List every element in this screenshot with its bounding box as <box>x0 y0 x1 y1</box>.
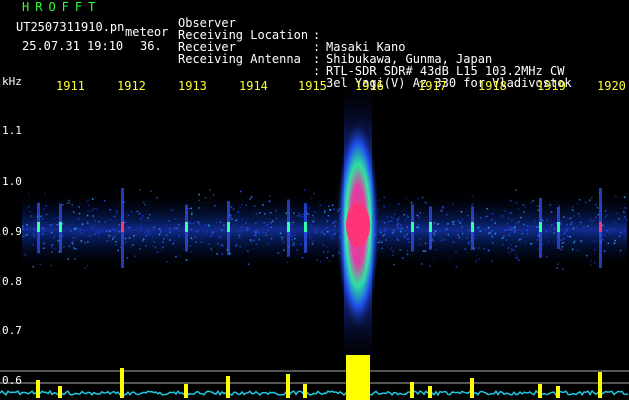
y-tick-label: 0.7 <box>2 324 22 337</box>
meteor-label: meteor <box>125 25 169 39</box>
y-tick-label: 1.1 <box>2 124 22 137</box>
x-tick-label: 1920 <box>597 79 626 93</box>
app-title: HROFFT <box>22 0 102 14</box>
main-meteor-echo <box>336 80 380 370</box>
y-tick-label: 0.8 <box>2 275 22 288</box>
y-axis-unit: kHz <box>2 75 22 88</box>
x-tick-label: 1912 <box>117 79 146 93</box>
y-tick-label: 1.0 <box>2 175 22 188</box>
info-key: Receiving Antenna <box>178 52 301 66</box>
y-tick-label: 0.9 <box>2 225 22 238</box>
station-info: Observer : Masaki Kano Receiving Locatio… <box>178 5 572 89</box>
x-tick-label: 1915 <box>298 79 327 93</box>
x-tick-label: 1914 <box>239 79 268 93</box>
filename-label: UT2507311910.pn <box>16 20 125 34</box>
info-colon: : <box>313 64 321 78</box>
x-tick-label: 1917 <box>418 79 447 93</box>
hrofft-window: HROFFT UT2507311910.pn meteor 25.07.31 1… <box>0 0 629 400</box>
meteor-count: 36. <box>140 39 162 53</box>
x-tick-label: 1916 <box>355 79 384 93</box>
x-tick-label: 1911 <box>56 79 85 93</box>
y-tick-label: 0.6 <box>2 374 22 387</box>
x-tick-label: 1918 <box>478 79 507 93</box>
power-trace <box>0 355 629 400</box>
timestamp-label: 25.07.31 19:10 <box>22 39 124 53</box>
x-tick-label: 1919 <box>537 79 566 93</box>
signal-band <box>22 189 628 270</box>
x-tick-label: 1913 <box>178 79 207 93</box>
